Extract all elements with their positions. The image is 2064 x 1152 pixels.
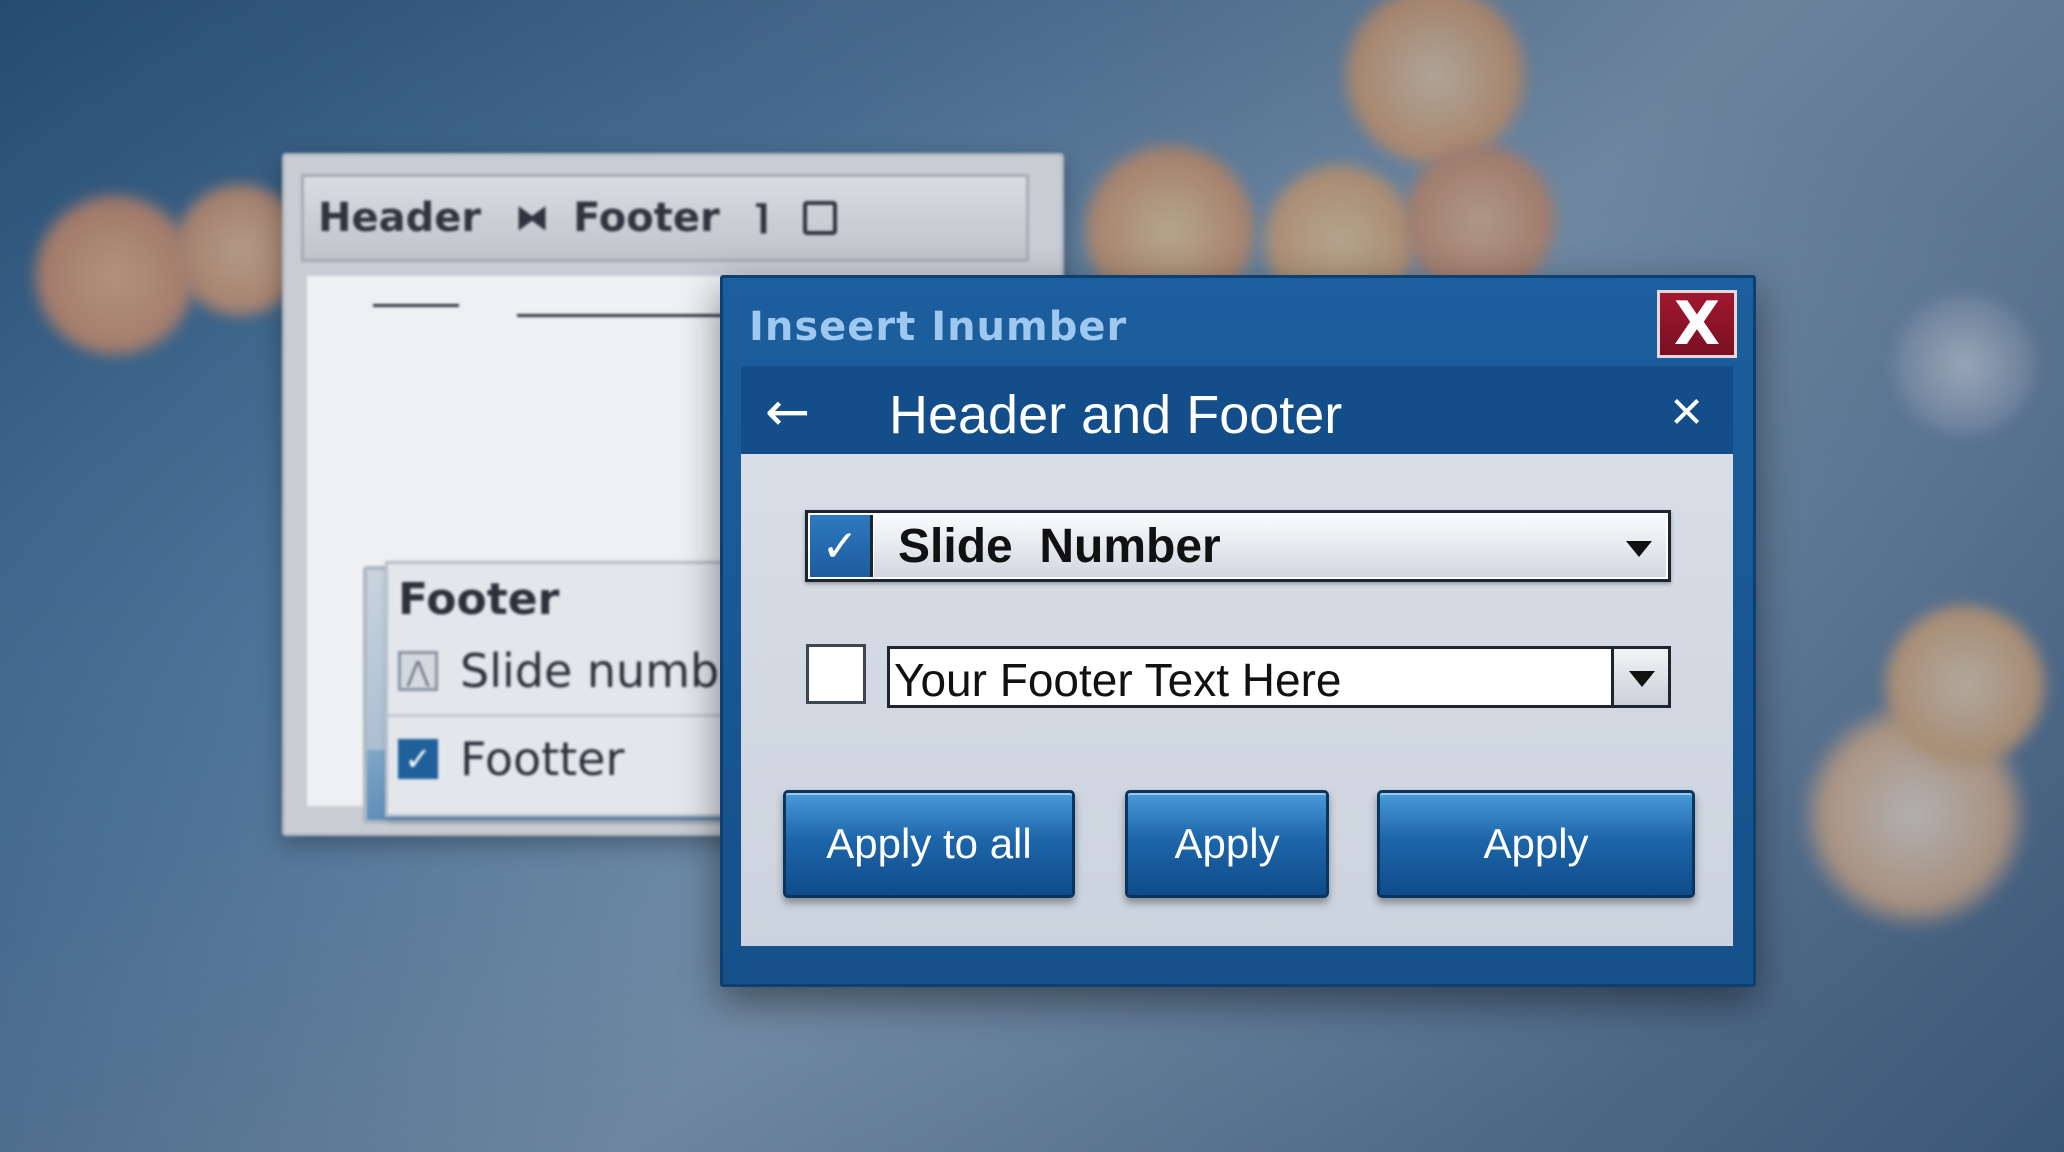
- apply-button[interactable]: Apply: [1125, 790, 1329, 898]
- close-button[interactable]: X: [1657, 289, 1737, 359]
- dialog-header: ← Header and Footer ×: [741, 366, 1733, 456]
- square-icon: [803, 201, 838, 235]
- apply-button-secondary[interactable]: Apply: [1377, 790, 1695, 898]
- footer-checkbox[interactable]: [806, 644, 866, 704]
- popup-item-label: Footter: [460, 732, 625, 786]
- footer-dropdown-button[interactable]: [1611, 649, 1668, 705]
- slide-number-icon: ⋀: [398, 651, 438, 691]
- checkmark-icon: ✓: [821, 520, 859, 572]
- dialog-heading: Header and Footer: [889, 385, 1343, 445]
- footer-text-input[interactable]: Your Footer Text Here: [894, 653, 1341, 707]
- header-tab[interactable]: Header: [318, 195, 481, 241]
- footer-text-combobox: Your Footer Text Here: [887, 646, 1671, 708]
- close-icon[interactable]: ×: [1670, 378, 1703, 443]
- popup-item-footer[interactable]: ✓ Footter: [398, 732, 624, 786]
- bowtie-icon: ⧓: [515, 198, 550, 238]
- chevron-down-icon: [1629, 671, 1655, 687]
- back-toolbar: Header ⧓ Footer ⌉: [301, 174, 1029, 262]
- header-footer-dialog: Inseert Inumber X ← Header and Footer × …: [720, 275, 1756, 987]
- back-arrow-icon[interactable]: ←: [765, 380, 810, 443]
- popup-title: Footer: [398, 574, 560, 625]
- corner-icon: ⌉: [753, 198, 770, 238]
- dialog-body: ✓ Slide Number Your Footer Text Here App…: [741, 454, 1733, 946]
- apply-to-all-button[interactable]: Apply to all: [783, 790, 1075, 898]
- footer-tab[interactable]: Footer: [573, 195, 720, 241]
- popup-item-slide-number[interactable]: ⋀ Slide number: [398, 644, 766, 698]
- slide-number-checkbox[interactable]: ✓: [810, 515, 873, 577]
- slide-number-dropdown[interactable]: Slide Number: [874, 515, 1666, 577]
- dropdown-value: Slide Number: [898, 519, 1221, 573]
- slide-number-row: ✓ Slide Number: [805, 510, 1671, 582]
- dialog-titlebar: Inseert Inumber X: [723, 278, 1753, 366]
- window-title: Inseert Inumber: [749, 304, 1128, 350]
- chevron-down-icon: [1626, 541, 1652, 557]
- checkmark-icon[interactable]: ✓: [398, 739, 438, 779]
- divider-line: [373, 304, 459, 307]
